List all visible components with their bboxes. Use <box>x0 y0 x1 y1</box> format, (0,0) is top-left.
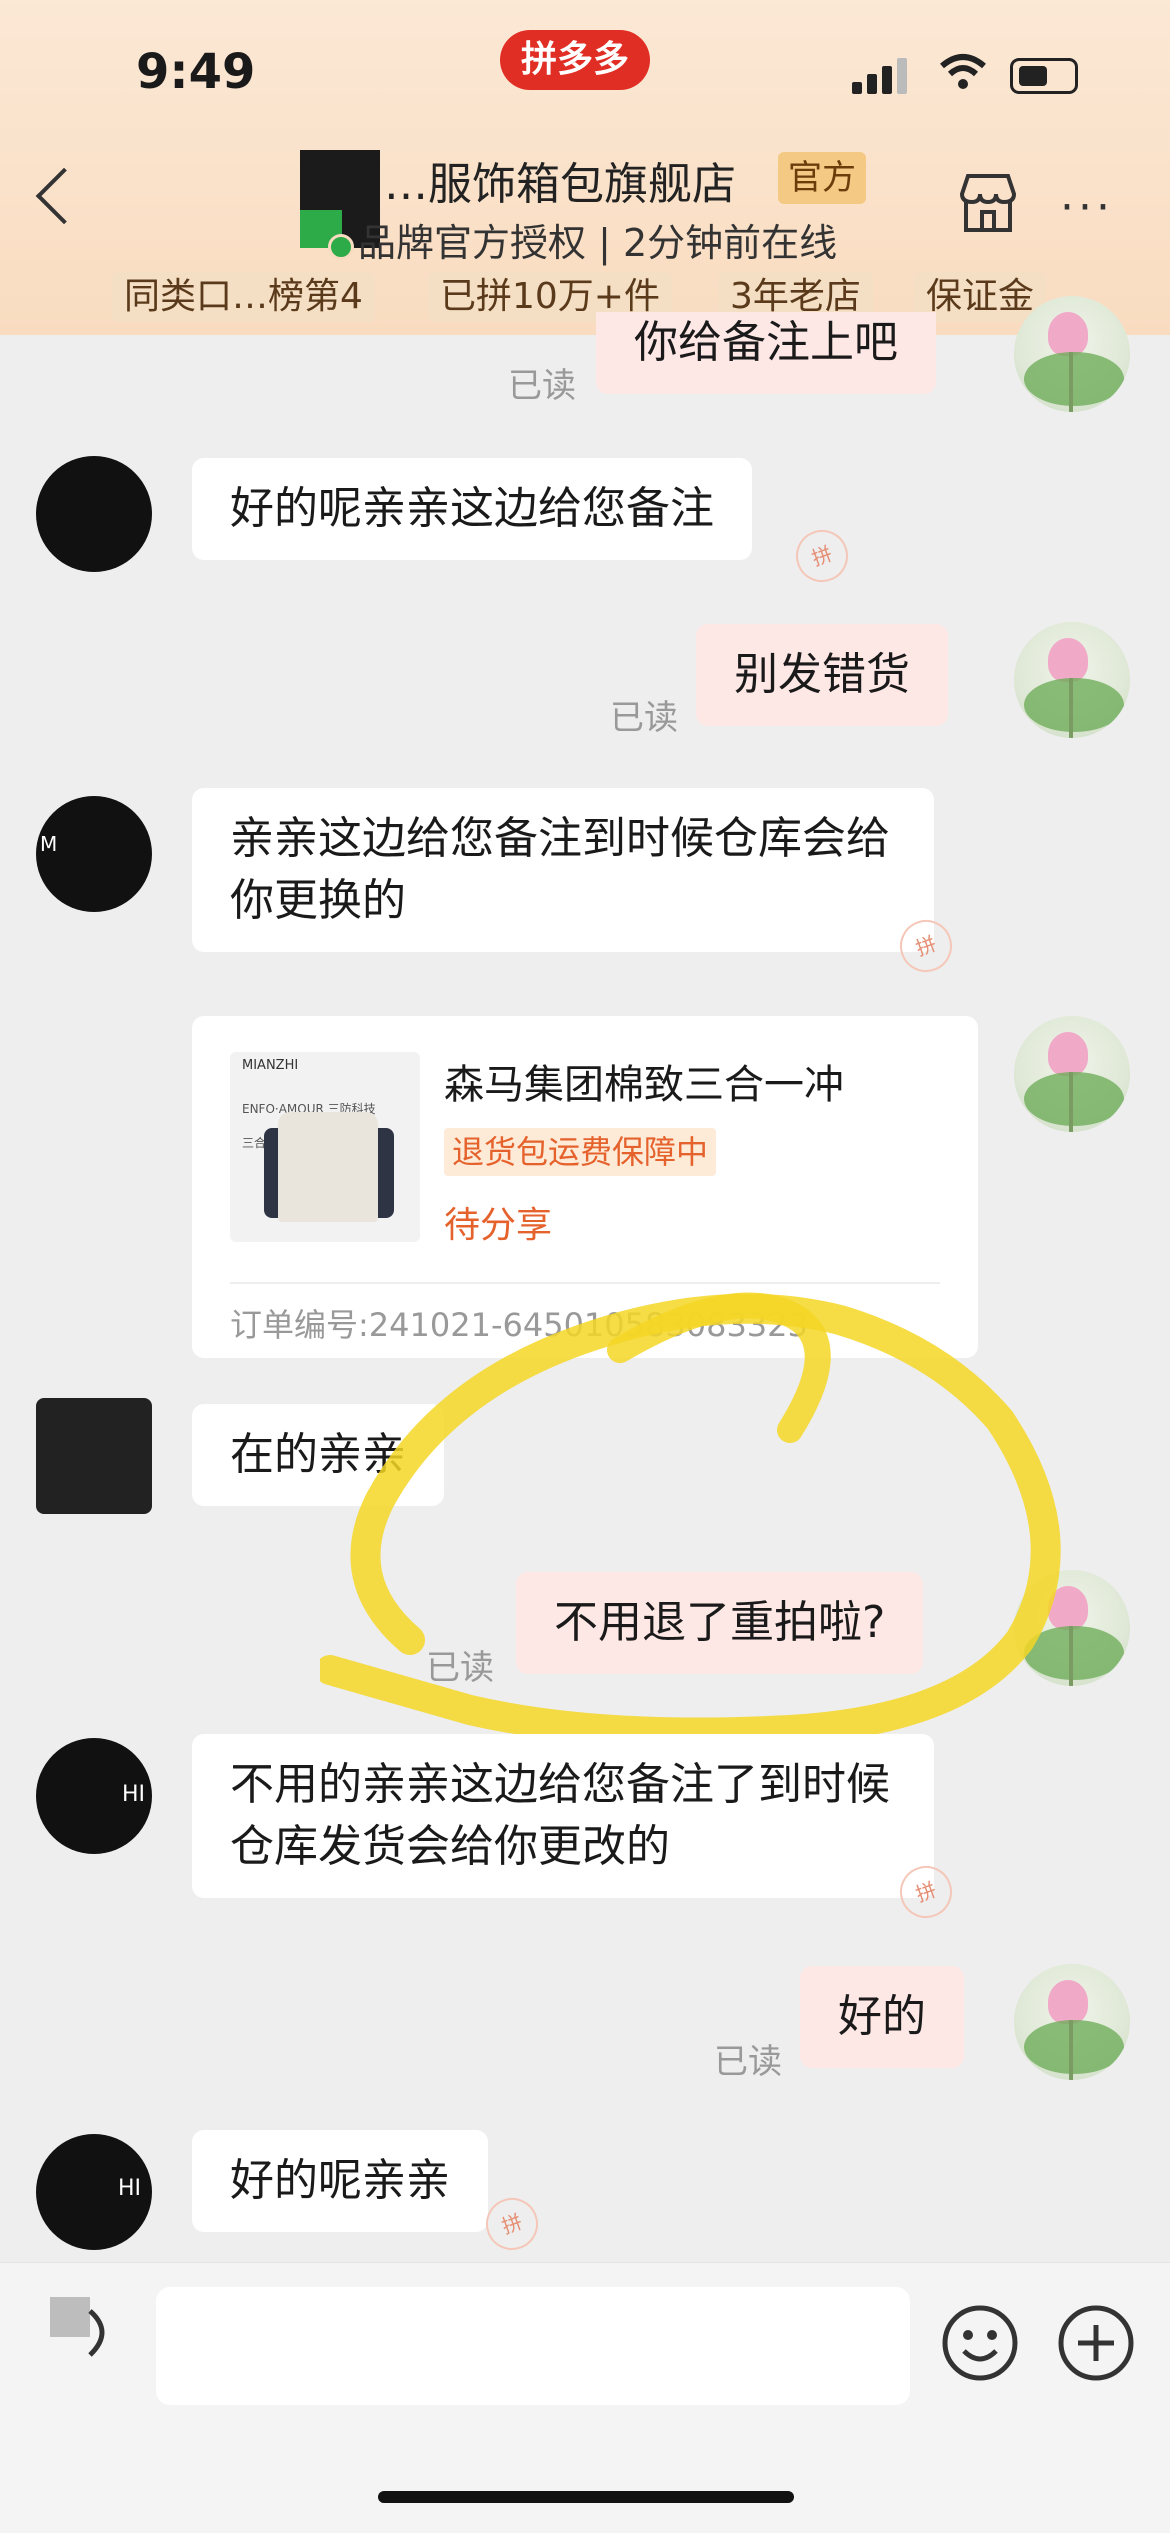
message-bubble-me: 你给备注上吧 <box>596 312 936 394</box>
message-bubble-me: 好的 <box>800 1966 964 2068</box>
chat-header: 9:49 拼多多 …服饰箱包旗舰店 官方 品牌官方授权 | 2分钟前在线 ···… <box>0 0 1170 335</box>
avatar-label: HI <box>122 1782 146 1807</box>
message-bubble-shop: 好的呢亲亲 <box>192 2130 488 2232</box>
order-status: 待分享 <box>444 1205 553 1246</box>
order-title: 森马集团棉致三合一冲 <box>444 1062 844 1108</box>
read-receipt: 已读 <box>714 2042 782 2082</box>
shop-name[interactable]: …服饰箱包旗舰店 <box>384 148 736 212</box>
input-bar <box>0 2262 1170 2533</box>
highlight-circle <box>320 1292 1061 1748</box>
store-icon[interactable] <box>956 172 1020 234</box>
product-image-brand: MIANZHI <box>242 1058 299 1073</box>
tag-rank: 同类口…榜第4 <box>112 272 375 322</box>
message-input[interactable] <box>156 2287 910 2405</box>
shop-subtitle: 品牌官方授权 | 2分钟前在线 <box>358 221 838 265</box>
product-image: MIANZHI ENFO·AMOUR 三防科技 三合一 <box>230 1052 420 1242</box>
emoji-icon[interactable] <box>940 2303 1020 2383</box>
read-receipt: 已读 <box>508 366 576 406</box>
voice-icon[interactable] <box>50 2297 120 2367</box>
my-avatar[interactable] <box>1014 1964 1130 2080</box>
more-icon[interactable]: ··· <box>1060 182 1114 233</box>
avatar-label: M <box>40 832 58 856</box>
read-receipt: 已读 <box>610 698 678 738</box>
my-avatar[interactable] <box>1014 296 1130 412</box>
back-icon[interactable] <box>35 167 93 225</box>
message-bubble-me: 别发错货 <box>696 624 948 726</box>
status-time: 9:49 <box>136 44 256 100</box>
return-guarantee-label: 退货包运费保障中 <box>444 1128 717 1176</box>
my-avatar[interactable] <box>1014 1016 1130 1132</box>
shop-avatar[interactable] <box>36 456 152 572</box>
avatar-label: HI <box>118 2176 142 2201</box>
message-bubble-shop: 不用的亲亲这边给您备注了到时候仓库发货会给你更改的 <box>192 1734 934 1898</box>
watermark-icon: 拼 <box>788 522 856 590</box>
plus-icon[interactable] <box>1056 2303 1136 2383</box>
official-badge: 官方 <box>778 152 866 204</box>
shop-avatar[interactable] <box>36 1398 152 1514</box>
message-bubble-shop: 好的呢亲亲这边给您备注 <box>192 458 752 560</box>
app-badge: 拼多多 <box>500 30 650 90</box>
wifi-icon <box>940 54 986 89</box>
signal-icon <box>852 58 907 94</box>
message-bubble-shop: 亲亲这边给您备注到时候仓库会给你更换的 <box>192 788 934 952</box>
battery-icon <box>1010 58 1078 94</box>
watermark-icon: 拼 <box>478 2190 546 2258</box>
home-indicator <box>378 2491 794 2503</box>
my-avatar[interactable] <box>1014 622 1130 738</box>
verified-icon <box>328 234 354 260</box>
